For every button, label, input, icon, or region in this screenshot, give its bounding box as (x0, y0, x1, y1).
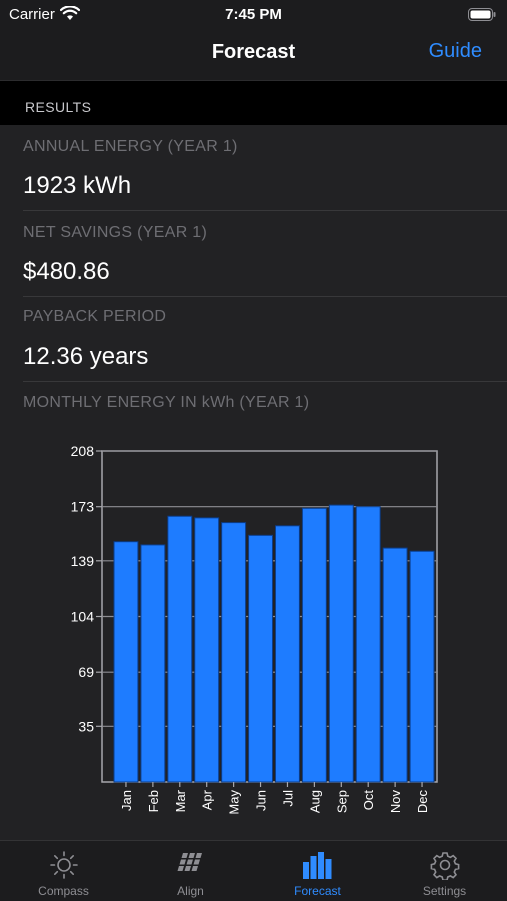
bar-aug (301, 507, 327, 783)
x-tick-label: Aug (307, 790, 322, 813)
navigation-bar: Forecast Guide (0, 28, 507, 81)
payback-period-value: 12.36 years (23, 343, 149, 370)
sun-icon (49, 850, 79, 885)
chart-title: MONTHLY ENERGY IN kWh (YEAR 1) (23, 394, 310, 411)
x-tick-label: Nov (388, 790, 403, 814)
y-tick-label: 139 (71, 553, 95, 569)
x-tick-label: Sep (334, 790, 349, 813)
bar-apr (194, 517, 220, 783)
y-tick-label: 208 (71, 443, 95, 459)
y-tick-label: 35 (78, 718, 94, 734)
tab-label: Compass (38, 884, 89, 898)
tab-label: Forecast (294, 884, 341, 898)
bar-dec (409, 550, 435, 783)
guide-button[interactable]: Guide (429, 40, 482, 63)
annual-energy-value: 1923 kWh (23, 172, 132, 199)
x-tick-label: Jun (254, 790, 269, 811)
status-time: 7:45 PM (225, 6, 282, 23)
x-tick-label: Apr (200, 789, 215, 810)
payback-period-label: PAYBACK PERIOD (23, 308, 167, 325)
x-tick-label: Dec (415, 790, 430, 814)
bar-mar (167, 515, 193, 783)
x-tick-label: Jul (280, 790, 295, 807)
bar-jul (275, 525, 300, 783)
tab-label: Settings (422, 884, 467, 898)
results-section-header: RESULTS (0, 81, 507, 125)
bar-oct (355, 506, 381, 783)
tab-label: Align (177, 884, 204, 898)
y-tick-label: 69 (78, 664, 94, 680)
bar-nov (382, 547, 408, 783)
bar-feb (140, 544, 166, 783)
net-savings-row: NET SAVINGS (YEAR 1) $480.86 (0, 211, 507, 297)
net-savings-value: $480.86 (23, 258, 110, 285)
tab-bar: Compass Align Forecast Settings (0, 840, 507, 901)
x-tick-label: Oct (361, 790, 376, 811)
bar-may (221, 522, 247, 783)
tab-settings[interactable]: Settings (381, 841, 507, 901)
gear-icon (430, 850, 460, 885)
y-tick-label: 173 (71, 499, 95, 515)
bar-jan (113, 541, 139, 783)
battery-icon (468, 8, 496, 26)
x-tick-label: Feb (146, 790, 161, 812)
x-tick-label: May (227, 790, 242, 815)
tab-compass[interactable]: Compass (0, 841, 127, 901)
solar-panel-icon (174, 850, 208, 881)
x-tick-label: Mar (173, 789, 188, 812)
tab-align[interactable]: Align (127, 841, 254, 901)
section-header-label: RESULTS (25, 99, 92, 115)
y-tick-label: 104 (71, 609, 95, 625)
row-divider (23, 381, 507, 382)
net-savings-label: NET SAVINGS (YEAR 1) (23, 224, 208, 241)
bar-chart-icon (301, 850, 335, 885)
status-bar: Carrier 7:45 PM (0, 0, 507, 28)
annual-energy-label: ANNUAL ENERGY (YEAR 1) (23, 138, 238, 155)
bar-jun (248, 534, 273, 783)
x-tick-label: Jan (119, 790, 134, 811)
monthly-energy-chart: 35 69 104 139 173 208 Jan Feb Mar Apr May Jun Jul Aug… (71, 443, 438, 815)
payback-period-row: PAYBACK PERIOD 12.36 years (0, 297, 507, 383)
tab-forecast[interactable]: Forecast (254, 841, 381, 901)
bar-sep (328, 504, 354, 783)
annual-energy-row: ANNUAL ENERGY (YEAR 1) 1923 kWh (0, 125, 507, 211)
